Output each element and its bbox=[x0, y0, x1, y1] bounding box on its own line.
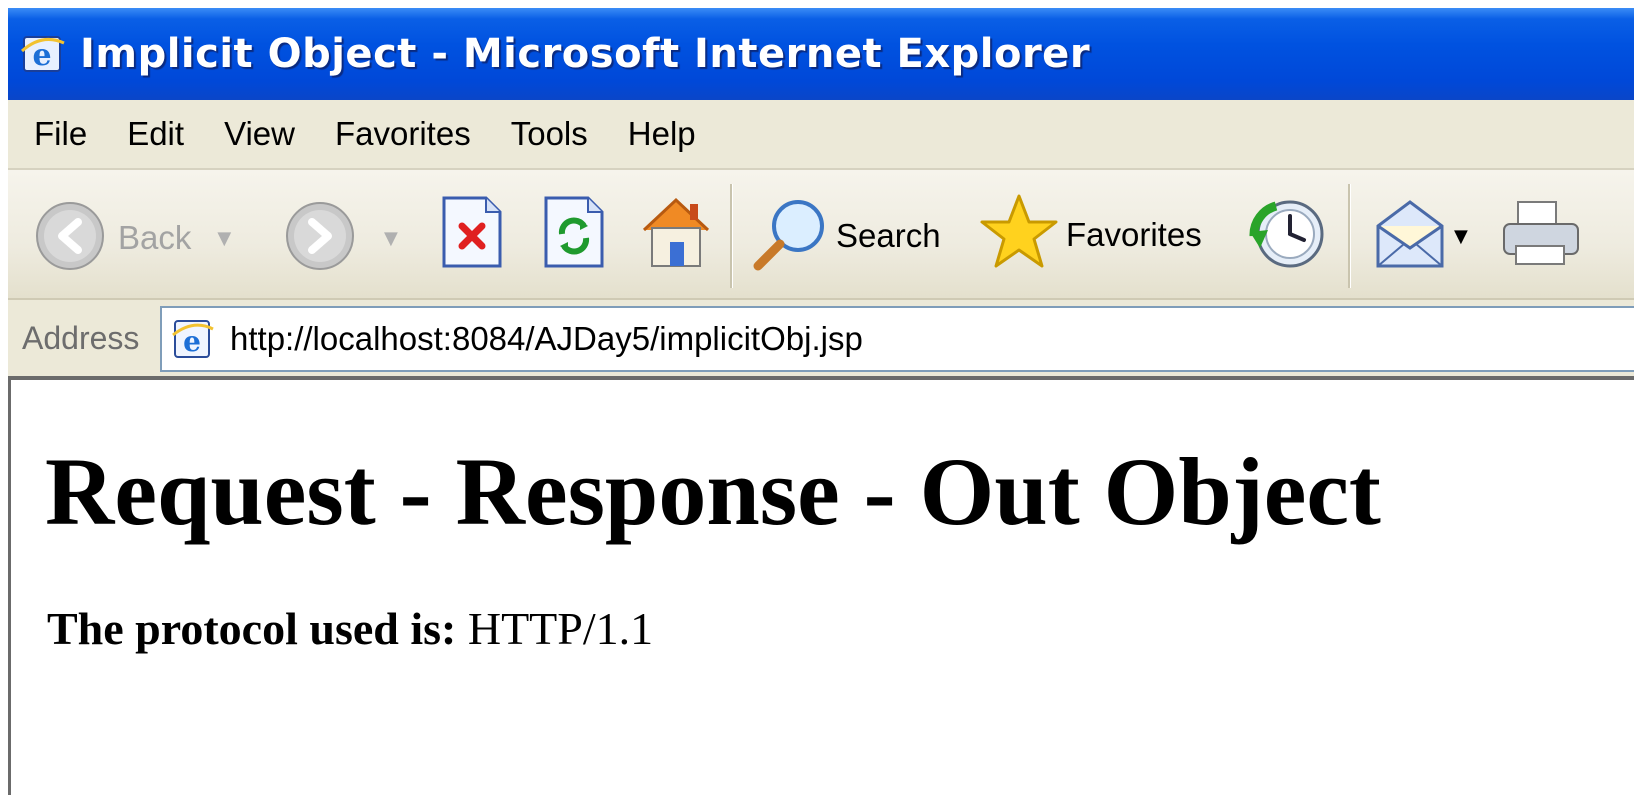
title-bar[interactable]: e Implicit Object - Microsoft Internet E… bbox=[8, 8, 1634, 100]
svg-text:e: e bbox=[183, 325, 201, 358]
print-button[interactable] bbox=[1500, 198, 1580, 274]
page-icon: e bbox=[170, 316, 216, 362]
forward-dropdown-icon[interactable]: ▼ bbox=[384, 228, 398, 249]
refresh-icon bbox=[542, 194, 606, 274]
history-icon bbox=[1248, 196, 1328, 276]
menu-view[interactable]: View bbox=[204, 115, 315, 153]
protocol-value: HTTP/1.1 bbox=[467, 603, 654, 654]
protocol-line: The protocol used is: HTTP/1.1 bbox=[47, 602, 653, 655]
address-label: Address bbox=[22, 320, 140, 356]
favorites-icon bbox=[978, 192, 1060, 278]
protocol-label: The protocol used is: bbox=[47, 603, 457, 654]
back-dropdown-icon[interactable]: ▼ bbox=[217, 228, 231, 249]
toolbar-separator bbox=[730, 184, 733, 288]
window-title: Implicit Object - Microsoft Internet Exp… bbox=[80, 31, 1091, 77]
menu-edit[interactable]: Edit bbox=[107, 115, 204, 153]
address-bar: Address e http://localhost:8084/AJDay5/i… bbox=[8, 300, 1634, 380]
forward-button[interactable]: ▼ bbox=[284, 200, 398, 276]
menu-file[interactable]: File bbox=[8, 115, 107, 153]
address-input[interactable]: e http://localhost:8084/AJDay5/implicitO… bbox=[160, 306, 1634, 372]
back-button[interactable]: Back ▼ bbox=[34, 200, 231, 276]
refresh-button[interactable] bbox=[542, 194, 606, 274]
mail-dropdown-icon[interactable]: ▼ bbox=[1454, 226, 1468, 247]
mail-button[interactable]: ▼ bbox=[1372, 196, 1468, 276]
search-icon bbox=[748, 194, 832, 278]
favorites-label: Favorites bbox=[1066, 216, 1202, 253]
forward-icon bbox=[284, 200, 356, 276]
search-button[interactable]: Search bbox=[748, 194, 941, 278]
page-heading: Request - Response - Out Object bbox=[45, 438, 1381, 545]
browser-window: e Implicit Object - Microsoft Internet E… bbox=[0, 0, 1634, 795]
home-icon bbox=[636, 192, 716, 276]
page-content: Request - Response - Out Object The prot… bbox=[8, 380, 1634, 795]
ie-icon[interactable]: e bbox=[16, 27, 70, 81]
toolbar-separator-2 bbox=[1348, 184, 1351, 288]
favorites-button[interactable]: Favorites bbox=[978, 192, 1202, 278]
print-icon bbox=[1500, 198, 1580, 274]
mail-icon bbox=[1372, 196, 1448, 276]
toolbar: Back ▼ ▼ Search Favorites ▼ bbox=[8, 170, 1634, 300]
search-label: Search bbox=[836, 217, 941, 254]
back-icon bbox=[34, 200, 106, 276]
stop-icon bbox=[440, 194, 504, 274]
history-button[interactable] bbox=[1248, 196, 1328, 276]
back-label: Back bbox=[118, 219, 192, 256]
menu-bar: File Edit View Favorites Tools Help bbox=[8, 100, 1634, 170]
home-button[interactable] bbox=[636, 192, 716, 276]
address-url: http://localhost:8084/AJDay5/implicitObj… bbox=[230, 320, 863, 357]
stop-button[interactable] bbox=[440, 194, 504, 274]
menu-favorites[interactable]: Favorites bbox=[315, 115, 491, 153]
menu-help[interactable]: Help bbox=[608, 115, 716, 153]
menu-tools[interactable]: Tools bbox=[491, 115, 608, 153]
